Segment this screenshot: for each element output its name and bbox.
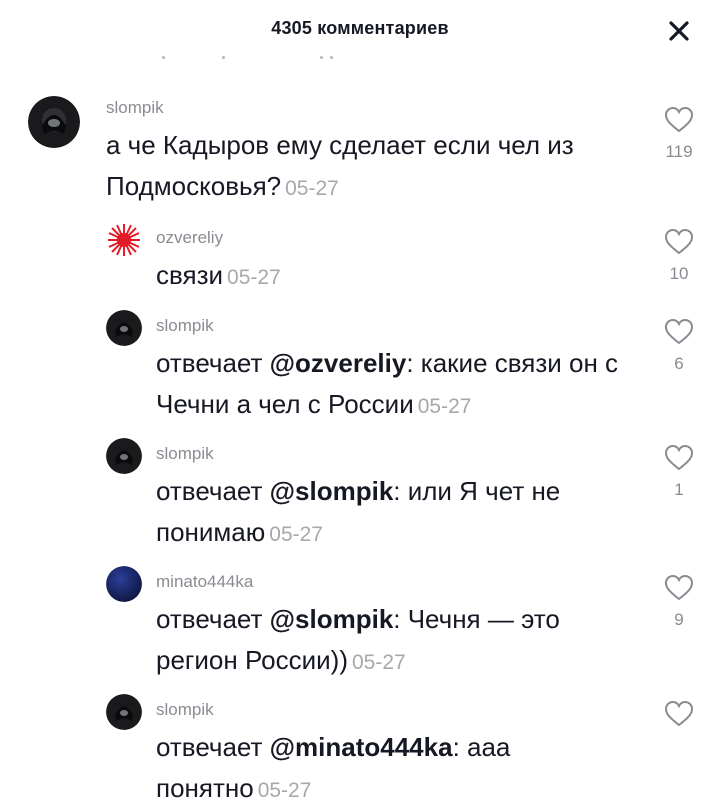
close-icon (669, 21, 689, 41)
like-count: 119 (665, 142, 693, 161)
comment-username[interactable]: ozvereliy (156, 228, 223, 248)
reply-prefix: отвечает (156, 476, 263, 506)
heart-outline-icon (664, 318, 694, 345)
mention-link[interactable]: @slompik (270, 476, 394, 506)
comment-username[interactable]: minato444ka (156, 572, 253, 592)
comment-date: 05-27 (227, 266, 281, 289)
mention-link[interactable]: @ozvereliy (270, 348, 407, 378)
mention-link[interactable]: @minato444ka (270, 732, 453, 762)
comment-username[interactable]: slompik (156, 316, 214, 336)
reply-item: minato444ka отвечает @slompik: Чечня — э… (0, 564, 720, 682)
reply-item: slompik отвечает @slompik: или Я чет не … (0, 436, 720, 554)
comment-date: 05-27 (417, 395, 472, 418)
avatar[interactable] (106, 438, 142, 474)
comment-text: отвечает @ozvereliy: какие связи он с Че… (156, 348, 619, 419)
clipped-comment-remnant (150, 50, 340, 62)
like-button[interactable] (651, 700, 707, 728)
avatar[interactable] (106, 694, 142, 730)
reply-item: ozvereliy связи 05-27 10 (0, 218, 720, 298)
heart-outline-icon (664, 106, 694, 133)
comment-date: 05-27 (269, 523, 323, 546)
heart-outline-icon (664, 700, 694, 727)
avatar[interactable] (106, 222, 142, 258)
heart-outline-icon (664, 228, 694, 255)
comment-date: 05-27 (257, 779, 312, 802)
comment-text: связи 05-27 (156, 260, 281, 290)
heart-outline-icon (664, 444, 694, 471)
reply-prefix: отвечает (156, 604, 263, 634)
like-count: 1 (674, 480, 684, 499)
avatar[interactable] (106, 310, 142, 346)
comment-username[interactable]: slompik (156, 444, 214, 464)
avatar[interactable] (28, 96, 80, 148)
like-button[interactable]: 6 (651, 318, 707, 374)
close-button[interactable] (666, 18, 692, 44)
reply-item: slompik отвечает @ozvereliy: какие связи… (0, 308, 720, 426)
comment-text: отвечает @minato444ka: ааа понятно 05-27 (156, 732, 511, 803)
heart-outline-icon (664, 574, 694, 601)
comment-username[interactable]: slompik (106, 98, 164, 118)
reply-item: slompik отвечает @minato444ka: ааа понят… (0, 692, 720, 804)
reply-prefix: отвечает (156, 348, 263, 378)
like-count: 6 (674, 354, 684, 373)
like-button[interactable]: 119 (651, 106, 707, 162)
like-button[interactable]: 9 (651, 574, 707, 630)
like-count: 9 (674, 610, 684, 629)
comment-text: отвечает @slompik: Чечня — это регион Ро… (156, 604, 560, 675)
comment-username[interactable]: slompik (156, 700, 214, 720)
reply-prefix: отвечает (156, 732, 263, 762)
comment-date: 05-27 (352, 651, 406, 674)
comment-count-title: 4305 комментариев (271, 18, 449, 38)
comments-header: 4305 комментариев (0, 0, 720, 62)
comment-text: отвечает @slompik: или Я чет не понимаю 0… (156, 476, 561, 547)
mention-link[interactable]: @slompik (270, 604, 394, 634)
like-button[interactable]: 10 (651, 228, 707, 284)
avatar[interactable] (106, 566, 142, 602)
like-button[interactable]: 1 (651, 444, 707, 500)
like-count: 10 (669, 264, 689, 283)
comment-text: а че Кадыров ему сделает если чел из Под… (106, 130, 574, 201)
comment-item: slompik а че Кадыров ему сделает если че… (0, 92, 720, 212)
comment-date: 05-27 (285, 177, 339, 200)
